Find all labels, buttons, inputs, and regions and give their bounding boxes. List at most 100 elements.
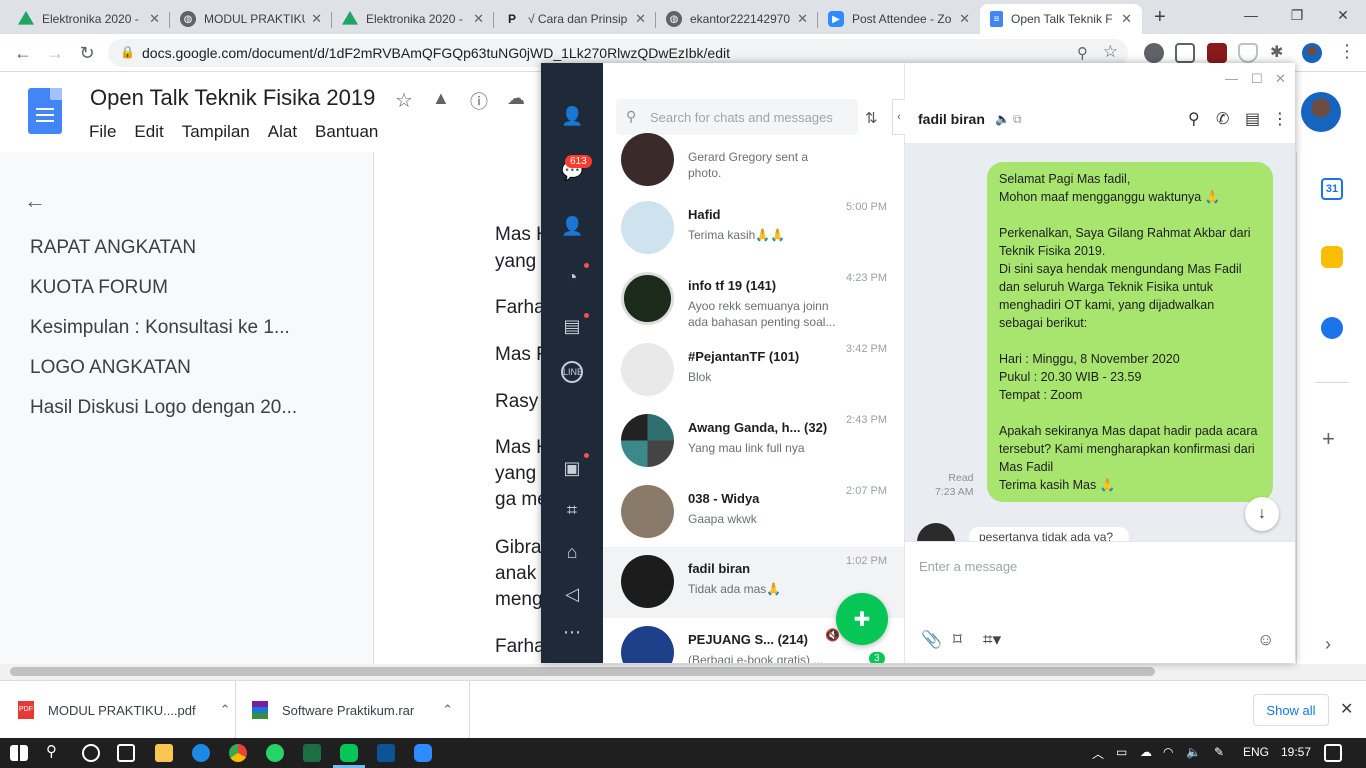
more-icon[interactable]: ⋯ — [561, 621, 583, 643]
show-all-button[interactable]: Show all — [1253, 694, 1329, 726]
bookmark-icon[interactable]: ⌑ — [953, 630, 962, 650]
profile-avatar[interactable] — [1302, 43, 1322, 63]
document-title[interactable]: Open Talk Teknik Fisika 2019 — [90, 85, 375, 111]
chevron-right-icon[interactable]: › — [1325, 634, 1331, 655]
crop-icon[interactable]: ⌗ — [561, 499, 583, 521]
screenshot-icon[interactable]: ⌗▾ — [983, 630, 1001, 650]
doc-text-line[interactable]: Farha — [495, 636, 545, 658]
volume-icon[interactable]: 🔈 — [1186, 745, 1201, 759]
zoom-app-icon[interactable] — [414, 744, 432, 762]
pen-icon[interactable]: ✎ — [1214, 745, 1224, 759]
extension-spy-icon[interactable] — [1144, 43, 1164, 63]
doc-text-line[interactable]: meng — [495, 589, 543, 611]
search-icon[interactable]: ⚲ — [1188, 109, 1200, 129]
external-link-icon[interactable]: ⧉ — [1013, 112, 1022, 127]
tab-open-talk-active[interactable]: ≡ Open Talk Teknik F ✕ — [980, 4, 1142, 34]
bookmark-star-icon[interactable]: ☆ — [1103, 42, 1118, 62]
clock[interactable]: 19:57 — [1281, 745, 1311, 759]
wifi-icon[interactable]: ◠ — [1163, 745, 1173, 759]
shield-icon[interactable] — [1238, 43, 1258, 63]
outline-item[interactable]: Hasil Diskusi Logo dengan 20... — [30, 397, 320, 419]
phone-icon[interactable]: ✆ — [1216, 109, 1229, 129]
horizontal-scrollbar[interactable] — [0, 664, 1366, 680]
tray-chevron-icon[interactable]: ︿ — [1092, 745, 1104, 762]
close-tab-icon[interactable]: ✕ — [797, 11, 808, 27]
menu-file[interactable]: File — [89, 122, 116, 142]
chat-item[interactable]: 038 - Widya Gaapa wkwk 2:07 PM — [603, 477, 904, 548]
sent-message-bubble[interactable]: Selamat Pagi Mas fadil, Mohon maaf mengg… — [987, 162, 1273, 502]
doc-text-line[interactable]: Rasy — [495, 391, 538, 413]
download-item-rar[interactable]: Software Praktikum.rar ⌃ — [236, 681, 470, 739]
attach-icon[interactable]: 📎 — [921, 630, 942, 650]
avatar[interactable] — [917, 523, 955, 541]
reload-icon[interactable]: ↻ — [76, 42, 98, 64]
line-close-icon[interactable]: ✕ — [1275, 71, 1286, 87]
tab-ekantor[interactable]: ◍ ekantor222142970 ✕ — [656, 4, 818, 34]
close-tab-icon[interactable]: ✕ — [959, 11, 970, 27]
puzzle-icon[interactable]: ✱ — [1270, 42, 1283, 62]
search-icon[interactable]: ⚲ — [46, 742, 57, 760]
new-chat-button[interactable]: ✚ — [836, 593, 888, 645]
close-window-icon[interactable]: ✕ — [1320, 0, 1366, 30]
chat-item[interactable]: Awang Ganda, h... (32) Yang mau link ful… — [603, 406, 904, 477]
outline-item[interactable]: Kesimpulan : Konsultasi ke 1... — [30, 317, 320, 339]
close-tab-icon[interactable]: ✕ — [1121, 11, 1132, 27]
friends-icon[interactable]: 👤 — [561, 105, 583, 127]
scrollbar-thumb[interactable] — [10, 667, 1155, 676]
extension-line-icon[interactable] — [1175, 43, 1195, 63]
line-minimize-icon[interactable]: — — [1225, 71, 1238, 86]
tasks-icon[interactable] — [1321, 317, 1343, 339]
contact-name[interactable]: fadil biran — [918, 111, 985, 127]
close-tab-icon[interactable]: ✕ — [311, 11, 322, 27]
message-input[interactable] — [919, 554, 1279, 578]
chevron-up-icon[interactable]: ⌃ — [442, 702, 453, 718]
line-logo-icon[interactable]: LINE — [561, 361, 583, 383]
menu-bantuan[interactable]: Bantuan — [315, 122, 378, 142]
photos-icon[interactable] — [377, 744, 395, 762]
doc-text-line[interactable]: ga me — [495, 489, 548, 511]
tab-modul-praktikum[interactable]: ◍ MODUL PRAKTIKUM ✕ — [170, 4, 332, 34]
doc-text-line[interactable]: Gibra — [495, 537, 541, 559]
download-item-pdf[interactable]: PDF MODUL PRAKTIKU....pdf ⌃ — [0, 681, 236, 739]
file-explorer-icon[interactable] — [155, 744, 173, 762]
new-tab-icon[interactable]: + — [1154, 6, 1166, 29]
chat-item[interactable]: #PejantanTF (101) Blok 3:42 PM — [603, 335, 904, 406]
chrome-icon[interactable] — [229, 744, 247, 762]
task-view-icon[interactable] — [117, 744, 135, 762]
sort-icon[interactable]: ⇅ — [865, 109, 878, 127]
close-tab-icon[interactable]: ✕ — [149, 11, 160, 27]
keep-icon[interactable] — [1321, 246, 1343, 268]
menu-alat[interactable]: Alat — [268, 122, 297, 142]
video-call-icon[interactable]: ▣ — [561, 457, 583, 479]
doc-text-line[interactable]: yang — [495, 251, 536, 273]
chevron-up-icon[interactable]: ⌃ — [220, 702, 231, 718]
forward-icon[interactable]: → — [44, 42, 66, 64]
lock-icon[interactable]: 🔒 — [120, 45, 135, 59]
add-addon-icon[interactable]: + — [1322, 426, 1335, 452]
emoji-icon[interactable]: ☺ — [1257, 630, 1274, 650]
docs-logo-icon[interactable] — [28, 88, 62, 134]
minimize-icon[interactable]: — — [1228, 0, 1274, 30]
line-app-icon[interactable] — [340, 744, 358, 762]
info-icon[interactable]: ⓘ — [470, 88, 488, 114]
doc-text-line[interactable]: Mas F — [495, 344, 548, 366]
close-tab-icon[interactable]: ✕ — [473, 11, 484, 27]
url-text[interactable]: docs.google.com/document/d/1dF2mRVBAmQFG… — [142, 45, 730, 61]
onedrive-icon[interactable]: ☁ — [1140, 745, 1152, 759]
menu-dots-icon[interactable]: ⋮ — [1272, 109, 1288, 129]
cortana-icon[interactable] — [82, 744, 100, 762]
windows-start-icon[interactable] — [10, 745, 28, 761]
outline-item[interactable]: KUOTA FORUM — [30, 277, 320, 299]
timeline-icon[interactable]: ◔ — [561, 266, 583, 288]
excel-icon[interactable] — [303, 744, 321, 762]
calendar-icon[interactable]: 31 — [1321, 178, 1343, 200]
outline-item[interactable]: LOGO ANGKATAN — [30, 357, 320, 379]
whatsapp-icon[interactable] — [266, 744, 284, 762]
bookmark-icon[interactable]: ⌂ — [561, 541, 583, 563]
notification-icon[interactable] — [1324, 744, 1342, 762]
outline-item[interactable]: RAPAT ANGKATAN — [30, 237, 320, 259]
star-icon[interactable]: ☆ — [395, 88, 413, 113]
received-message-bubble[interactable]: pesertanya tidak ada ya? — [969, 527, 1129, 541]
chat-search-input[interactable]: ⚲ Search for chats and messages — [616, 99, 858, 135]
cloud-status-icon[interactable]: ☁ — [507, 88, 525, 109]
